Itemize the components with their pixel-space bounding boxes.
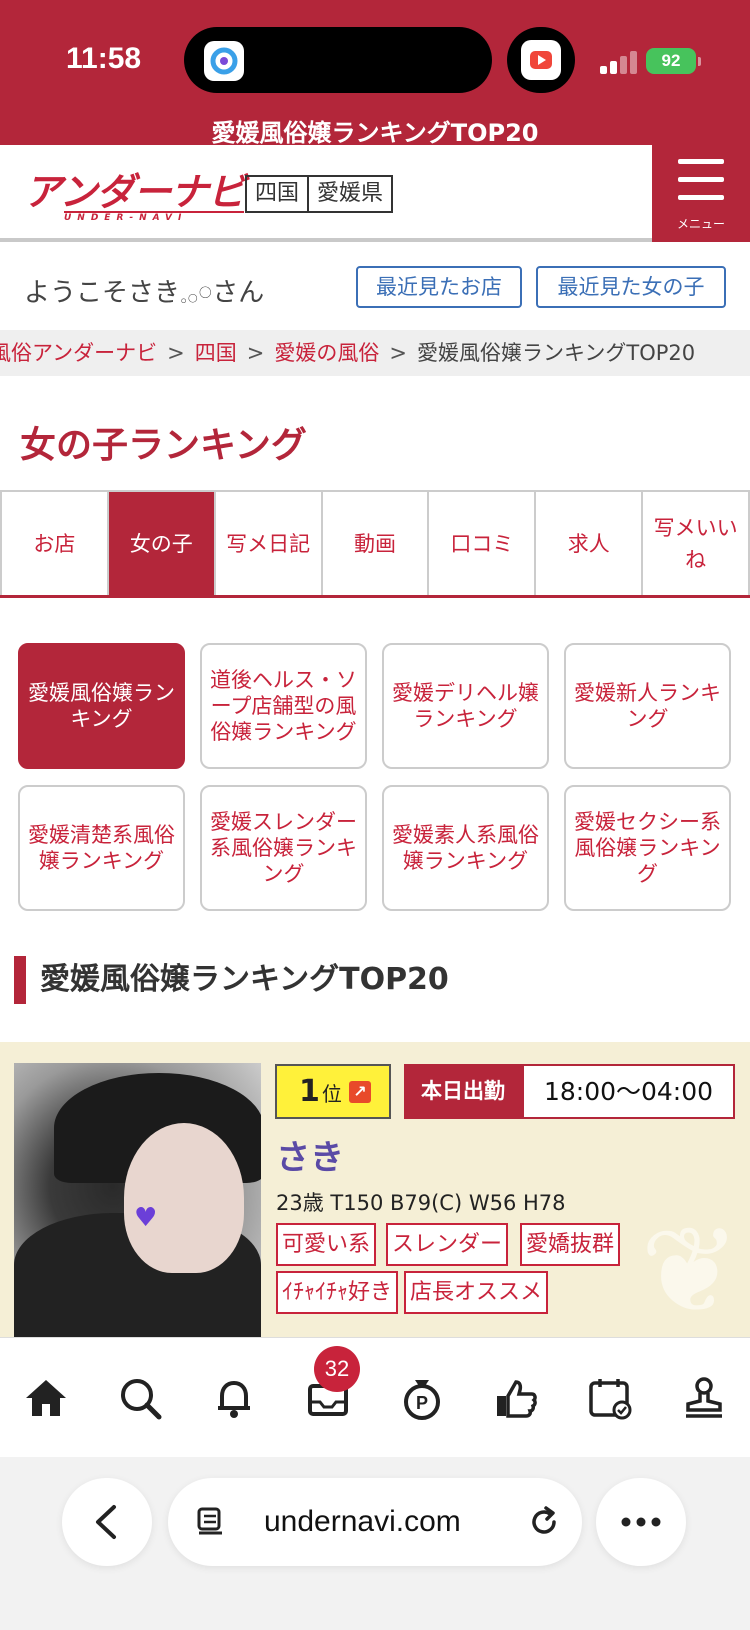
photo-face: [124, 1123, 244, 1273]
tab-photo-diary[interactable]: 写メ日記: [213, 492, 321, 595]
tab-reviews[interactable]: 口コミ: [427, 492, 535, 595]
dynamic-island: [184, 27, 492, 93]
tag-ichaicha: ｲﾁｬｲﾁｬ好き: [276, 1271, 399, 1314]
chevron-left-icon: [96, 1505, 116, 1539]
breadcrumb-track: 風俗アンダーナビ > 四国 > 愛媛の風俗 > 愛媛風俗嬢ランキングTOP20: [0, 330, 695, 376]
clock: 11:58: [66, 42, 142, 75]
notification-badge: 32: [314, 1346, 360, 1392]
shift-label: 本日出勤: [404, 1064, 522, 1119]
page-title: 愛媛風俗嬢ランキングTOP20: [211, 119, 539, 147]
sub-ranking-amateur[interactable]: 愛媛素人系風俗嬢ランキング: [382, 785, 549, 911]
bell-icon[interactable]: [210, 1374, 258, 1422]
breadcrumb: 風俗アンダーナビ > 四国 > 愛媛の風俗 > 愛媛風俗嬢ランキングTOP20: [0, 330, 750, 376]
hamburger-bar: [678, 177, 724, 182]
tag-aikyou: 愛嬌抜群: [520, 1223, 621, 1266]
menu-label: メニュー: [676, 217, 725, 231]
ranking-card[interactable]: ❦ ♥ 1位 ↗ 本日出勤 18:00〜04:00 さき 23歳 T150 B7…: [0, 1042, 750, 1337]
breadcrumb-link-ehime[interactable]: 愛媛の風俗: [274, 341, 379, 365]
sub-ranking-delivery[interactable]: 愛媛デリヘル嬢ランキング: [382, 643, 549, 769]
more-icon: [621, 1517, 661, 1527]
region-area: 四国: [255, 181, 300, 206]
video-app-icon: [521, 40, 561, 80]
hamburger-icon: [678, 159, 724, 164]
tabs-icon: [197, 1507, 222, 1535]
breadcrumb-separator: >: [167, 341, 185, 365]
tab-girls[interactable]: 女の子: [106, 492, 214, 595]
more-button[interactable]: [596, 1478, 686, 1566]
sub-ranking-slender[interactable]: 愛媛スレンダー系風俗嬢ランキング: [200, 785, 367, 911]
section-title: 女の子ランキング: [20, 425, 307, 466]
logo-text: アンダーナビ: [24, 172, 245, 214]
battery-tip: [698, 57, 701, 66]
app-activity-icon: [204, 41, 244, 81]
girl-name[interactable]: さき: [276, 1130, 344, 1179]
welcome-message: ようこそさき𓈒𓂂𓏸さん: [24, 278, 265, 308]
rank-up-arrow-icon: ↗: [349, 1081, 371, 1103]
points-icon[interactable]: P: [398, 1374, 446, 1422]
breadcrumb-link-shikoku[interactable]: 四国: [195, 341, 237, 365]
rank-badge: 1位 ↗: [275, 1064, 391, 1119]
status-bar: 11:58 92 愛媛風俗嬢ランキングTOP20: [0, 0, 750, 147]
ranking-tabs: お店 女の子 写メ日記 動画 口コミ 求人 写メいいね: [0, 490, 750, 598]
girl-photo[interactable]: ♥: [14, 1063, 261, 1337]
sub-ranking-dogo-store[interactable]: 道後ヘルス・ソープ店舗型の風俗嬢ランキング: [200, 643, 367, 769]
region-prefecture: 愛媛県: [307, 177, 391, 211]
search-icon[interactable]: [116, 1374, 164, 1422]
tab-videos[interactable]: 動画: [320, 492, 428, 595]
leaf-decoration: ❦: [640, 1202, 741, 1337]
breadcrumb-separator: >: [389, 341, 407, 365]
ranking-heading: 愛媛風俗嬢ランキングTOP20: [14, 956, 449, 1004]
rank-unit: 位: [321, 1082, 342, 1106]
address-bar[interactable]: undernavi.com: [168, 1478, 582, 1566]
tab-shops[interactable]: お店: [0, 492, 107, 595]
girl-spec: 23歳 T150 B79(C) W56 H78: [276, 1191, 566, 1215]
tab-jobs[interactable]: 求人: [534, 492, 642, 595]
svg-text:P: P: [416, 1393, 428, 1413]
hamburger-bar: [678, 195, 724, 200]
breadcrumb-separator: >: [246, 341, 265, 365]
url-text: undernavi.com: [264, 1505, 461, 1538]
sub-ranking-sexy[interactable]: 愛媛セクシー系風俗嬢ランキング: [564, 785, 731, 911]
shift-time: 18:00〜04:00: [522, 1064, 735, 1119]
reload-icon[interactable]: [526, 1504, 562, 1540]
screen-record-pill: [507, 27, 575, 93]
sub-ranking-ehime-all[interactable]: 愛媛風俗嬢ランキング: [18, 643, 185, 769]
tag-kawaii: 可愛い系: [276, 1223, 377, 1266]
sub-ranking-newcomer[interactable]: 愛媛新人ランキング: [564, 643, 731, 769]
menu-button[interactable]: メニュー: [652, 145, 750, 242]
recent-shops-button[interactable]: 最近見たお店: [356, 266, 522, 308]
tab-photo-likes[interactable]: 写メいいね: [641, 492, 750, 595]
thumbs-up-icon[interactable]: [492, 1374, 540, 1422]
back-button[interactable]: [62, 1478, 152, 1566]
region-selector[interactable]: 四国 愛媛県: [245, 175, 394, 213]
tag-recommend: 店長オススメ: [404, 1271, 549, 1314]
calendar-icon[interactable]: [586, 1374, 634, 1422]
home-icon[interactable]: [22, 1374, 70, 1422]
tag-slender: スレンダー: [386, 1223, 509, 1266]
signal-icon: [600, 50, 642, 74]
recent-girls-button[interactable]: 最近見た女の子: [536, 266, 726, 308]
breadcrumb-current: 愛媛風俗嬢ランキングTOP20: [417, 341, 696, 365]
site-header: アンダーナビ UNDER-NAVI 四国 愛媛県 メニュー: [0, 145, 750, 242]
stamp-icon[interactable]: [680, 1374, 728, 1422]
breadcrumb-link-home[interactable]: 風俗アンダーナビ: [0, 341, 157, 365]
bottom-nav: 32 P: [0, 1337, 750, 1457]
site-logo[interactable]: アンダーナビ UNDER-NAVI: [24, 172, 245, 223]
browser-toolbar: undernavi.com: [0, 1457, 750, 1630]
sub-ranking-seiso[interactable]: 愛媛清楚系風俗嬢ランキング: [18, 785, 185, 911]
rank-number: 1: [299, 1074, 320, 1109]
battery-icon: 92: [646, 48, 696, 74]
page: 11:58 92 愛媛風俗嬢ランキングTOP20 アンダーナビ UNDER-NA…: [0, 0, 750, 1630]
heart-sticker-icon: ♥: [134, 1203, 158, 1233]
